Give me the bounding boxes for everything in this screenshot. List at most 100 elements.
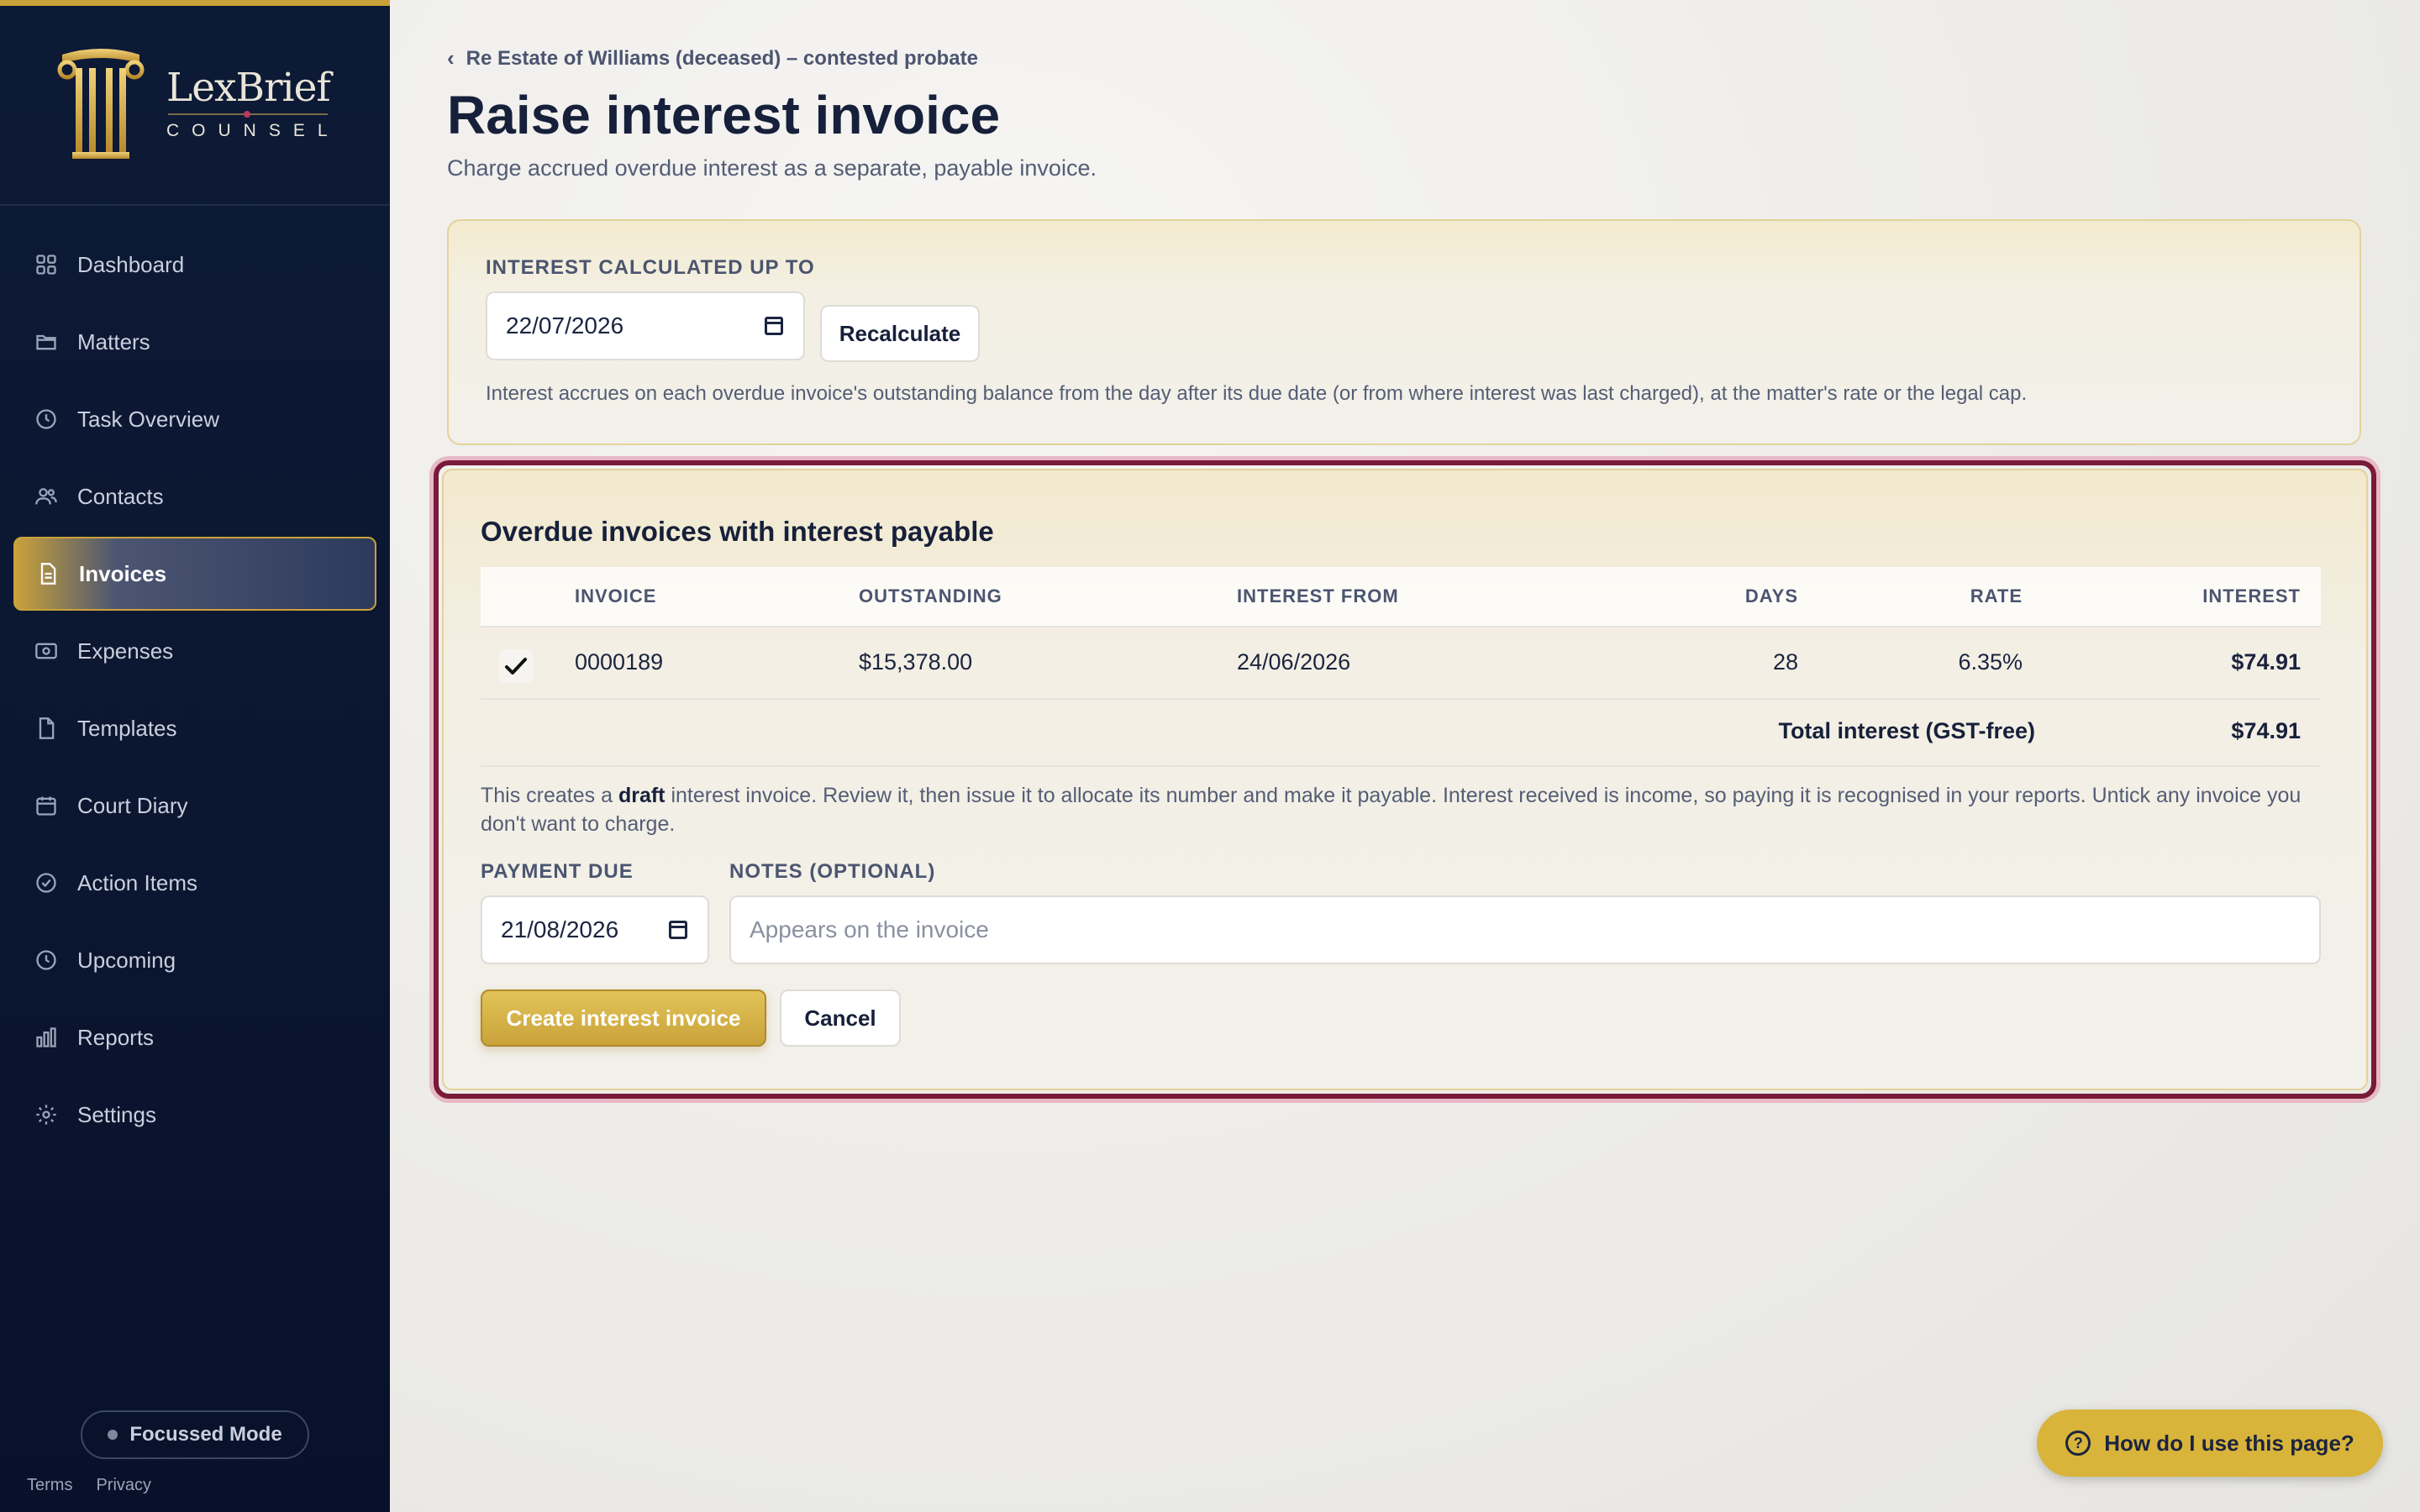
sidebar-item-label: Settings [77,1101,156,1127]
status-dot-icon [108,1430,118,1440]
overdue-title: Overdue invoices with interest payable [481,516,994,547]
sidebar-item-label: Upcoming [77,947,176,973]
draft-note: This creates a draft interest invoice. R… [481,781,2329,838]
help-button[interactable]: ? How do I use this page? [2037,1410,2383,1477]
checkmark-icon [505,658,527,675]
sidebar-item-label: Contacts [77,483,164,509]
page-subtitle: Charge accrued overdue interest as a sep… [447,155,1097,181]
interest-calc-card: INTEREST CALCULATED UP TO 22/07/2026 Rec… [447,219,2361,445]
sidebar-nav: Dashboard Matters Task Overview Contacts… [13,228,376,1155]
cell-days: 28 [1772,649,1798,675]
receipt-icon [34,638,59,664]
calc-date-label: INTEREST CALCULATED UP TO [486,256,815,279]
col-rate: RATE [1970,585,2023,606]
main-content: ‹ Re Estate of Williams (deceased) – con… [390,0,2420,1512]
sidebar-item-court-diary[interactable]: Court Diary [13,769,376,843]
cancel-button[interactable]: Cancel [780,990,901,1047]
col-outstanding: OUTSTANDING [859,585,1002,606]
row-checkbox[interactable] [499,649,533,683]
calendar-icon[interactable] [765,317,783,335]
sidebar-item-label: Court Diary [77,792,188,818]
sidebar: LexBrief COUNSEL Dashboard Matters Task … [0,0,390,1512]
sidebar-item-settings[interactable]: Settings [13,1078,376,1152]
sidebar-item-label: Invoices [79,560,167,586]
recalculate-button[interactable]: Recalculate [820,305,980,362]
payment-due-label: PAYMENT DUE [481,860,634,883]
breadcrumb[interactable]: ‹ Re Estate of Williams (deceased) – con… [447,45,978,71]
sidebar-item-label: Action Items [77,869,198,895]
sidebar-item-expenses[interactable]: Expenses [13,614,376,688]
col-days: DAYS [1744,585,1798,606]
sidebar-item-reports[interactable]: Reports [13,1000,376,1074]
table-row: 0000189 $15,378.00 24/06/2026 28 6.35% $… [481,627,2321,700]
sidebar-item-invoices[interactable]: Invoices [13,537,376,611]
sidebar-item-label: Reports [77,1024,155,1050]
draft-note-prefix: This creates a [481,784,618,807]
sidebar-item-contacts[interactable]: Contacts [13,459,376,533]
brand-logo[interactable]: LexBrief COUNSEL [57,46,343,172]
check-circle-icon [34,870,59,895]
privacy-link[interactable]: Privacy [96,1476,151,1494]
calc-date-input[interactable]: 22/07/2026 [486,291,805,360]
sidebar-item-label: Task Overview [77,406,220,432]
help-label: How do I use this page? [2104,1430,2354,1456]
terms-link[interactable]: Terms [27,1476,72,1494]
cell-interest: $74.91 [2231,649,2301,675]
chevron-left-icon: ‹ [447,45,455,71]
calc-info-text: Interest accrues on each overdue invoice… [486,382,2028,405]
table-header: INVOICE OUTSTANDING INTEREST FROM DAYS R… [481,567,2321,627]
folder-icon [34,329,59,354]
clock-icon [34,407,59,432]
sidebar-item-task-overview[interactable]: Task Overview [13,382,376,456]
brand-dot [244,111,250,118]
focus-mode-button[interactable]: Focussed Mode [81,1410,309,1459]
sidebar-item-upcoming[interactable]: Upcoming [13,923,376,997]
overdue-invoices-card: Overdue invoices with interest payable I… [442,469,2368,1090]
breadcrumb-label: Re Estate of Williams (deceased) – conte… [466,46,978,70]
notes-input[interactable]: Appears on the invoice [729,895,2321,964]
cell-interest-from: 24/06/2026 [1237,649,1351,675]
sidebar-item-action-items[interactable]: Action Items [13,846,376,920]
users-icon [34,484,59,509]
calc-date-value: 22/07/2026 [506,312,624,339]
sidebar-item-matters[interactable]: Matters [13,305,376,379]
notes-placeholder: Appears on the invoice [750,916,989,942]
sidebar-item-label: Dashboard [77,251,185,277]
brand-name: LexBrief [166,65,331,111]
cell-outstanding: $15,378.00 [859,649,973,675]
total-value: $74.91 [2231,718,2301,743]
draft-note-suffix: interest invoice. Review it, then issue … [481,784,2302,836]
sidebar-item-templates[interactable]: Templates [13,691,376,765]
create-interest-invoice-button[interactable]: Create interest invoice [481,990,766,1047]
question-icon: ? [2065,1431,2091,1456]
clock-icon [34,948,59,973]
calendar-icon[interactable] [669,921,687,939]
payment-due-input[interactable]: 21/08/2026 [481,895,709,964]
draft-note-bold: draft [618,784,666,807]
sidebar-item-label: Matters [77,328,150,354]
total-label: Total interest (GST-free) [1778,718,2035,743]
focus-mode-label: Focussed Mode [129,1423,282,1446]
document-icon [35,561,60,586]
calendar-icon [34,793,59,818]
footer-links: Terms Privacy [27,1476,175,1495]
col-interest-from: INTEREST FROM [1237,585,1399,606]
sidebar-item-dashboard[interactable]: Dashboard [13,228,376,302]
payment-due-value: 21/08/2026 [501,916,619,942]
pillar-logo-icon [57,49,145,159]
bar-chart-icon [34,1025,59,1050]
sidebar-item-label: Expenses [77,638,174,664]
notes-label: NOTES (OPTIONAL) [729,860,936,883]
sidebar-item-label: Templates [77,715,177,741]
total-row: Total interest (GST-free) $74.91 [481,700,2321,767]
gear-icon [34,1102,59,1127]
page-title: Raise interest invoice [447,85,1001,145]
sidebar-divider [0,204,390,206]
col-invoice: INVOICE [575,585,657,606]
cell-invoice: 0000189 [575,649,664,675]
col-interest: INTEREST [2202,585,2301,606]
file-icon [34,716,59,741]
cell-rate: 6.35% [1958,649,2023,675]
grid-icon [34,252,59,277]
overdue-card-highlight: Overdue invoices with interest payable I… [434,460,2376,1099]
